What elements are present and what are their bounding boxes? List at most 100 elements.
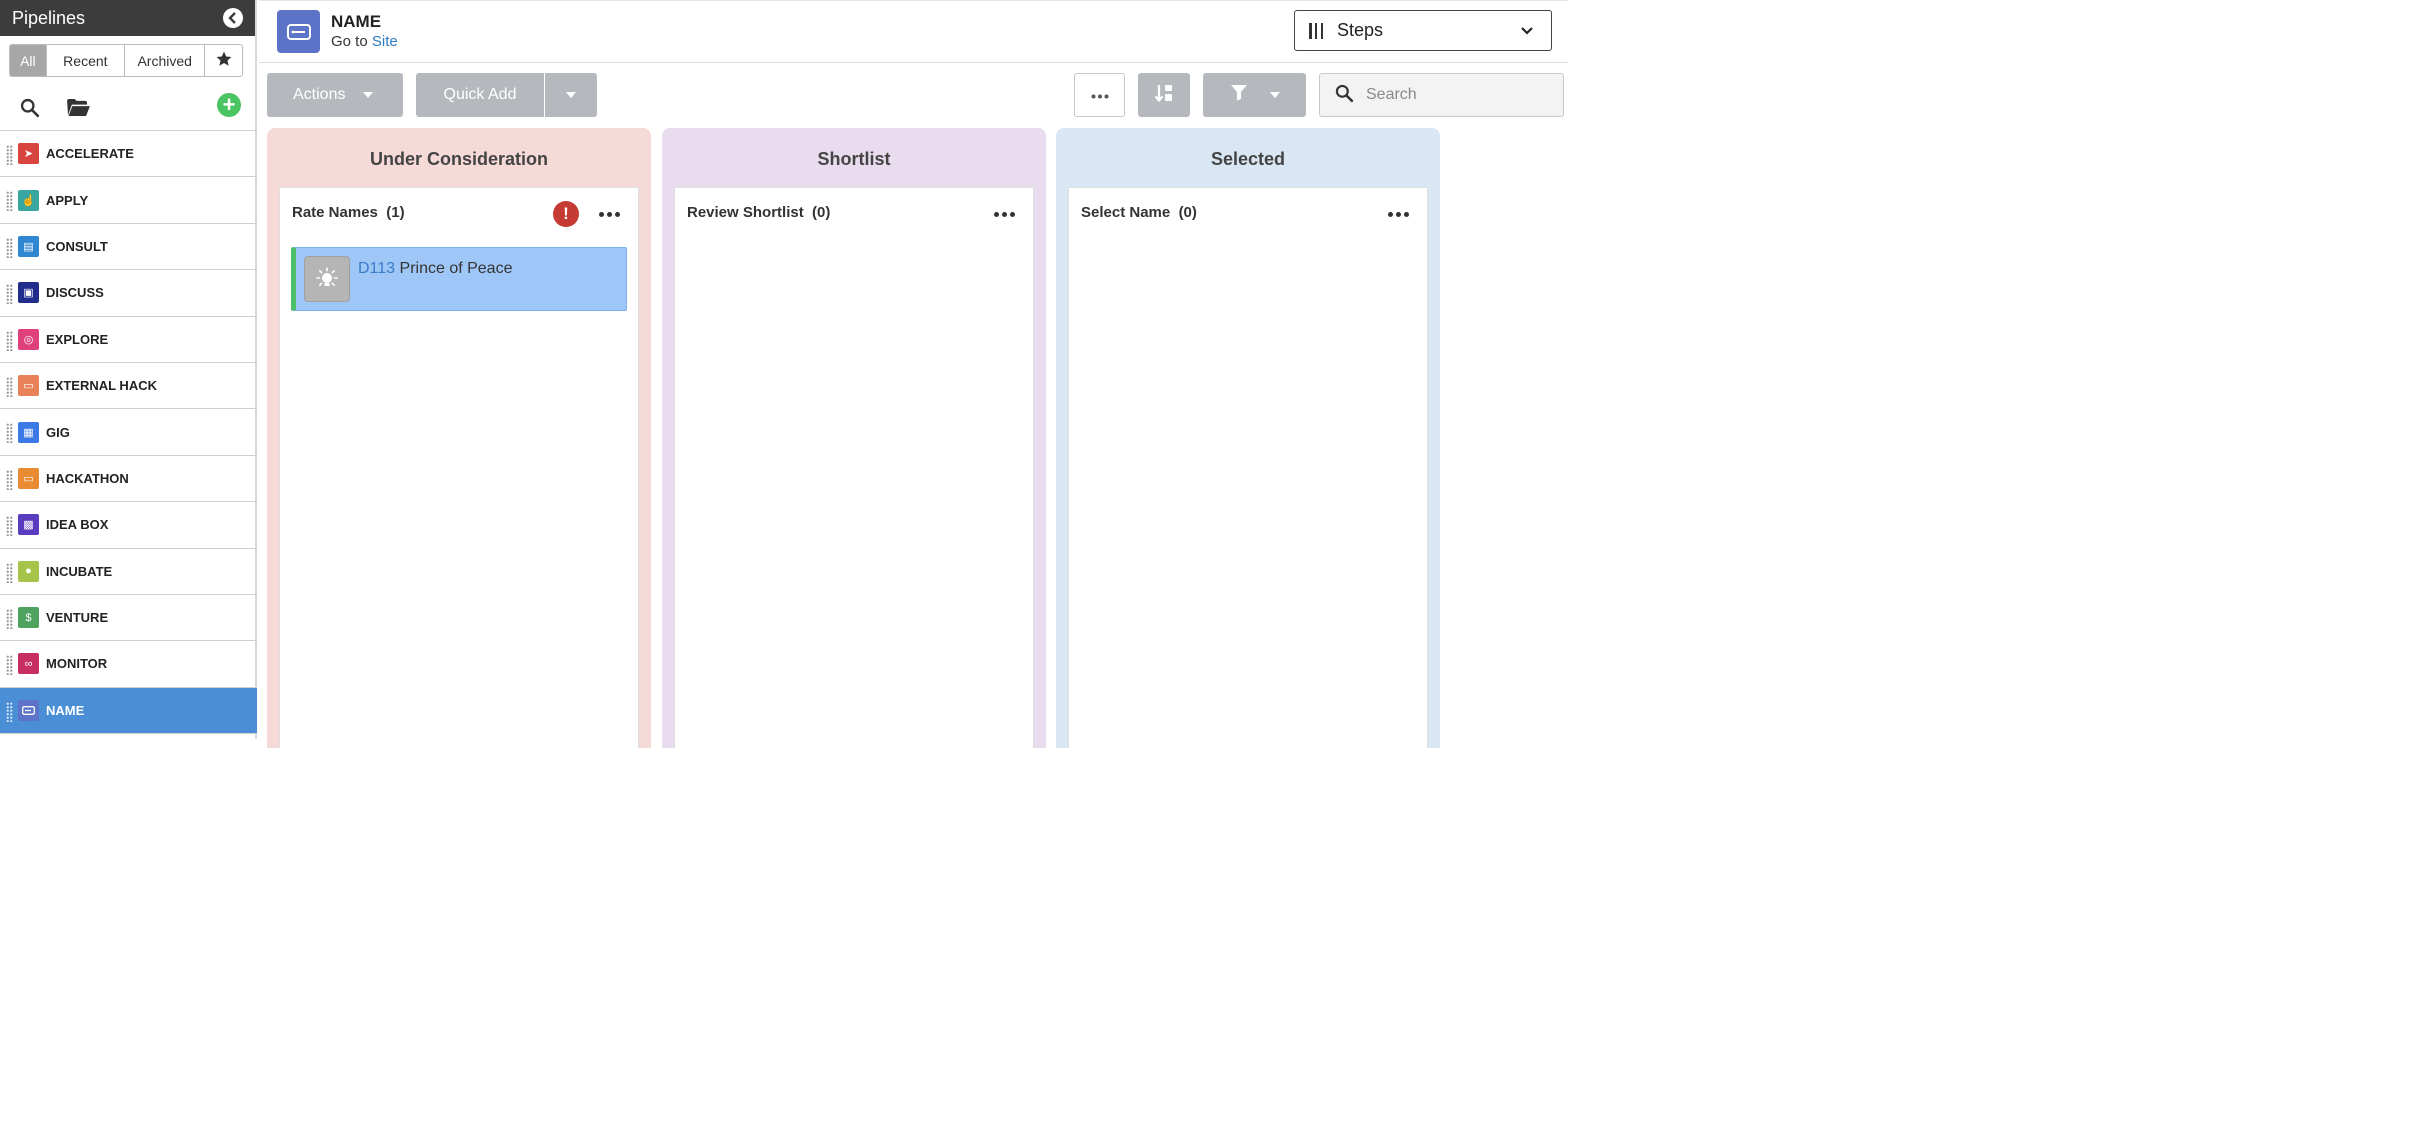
drag-handle-icon[interactable] <box>6 284 13 305</box>
sidebar-item-label: VENTURE <box>46 610 109 626</box>
sidebar-item-discuss[interactable]: ▣ DISCUSS <box>0 270 257 317</box>
view-selector-dropdown[interactable]: Steps <box>1294 10 1552 51</box>
sidebar-item-hackathon[interactable]: ▭ HACKATHON <box>0 456 257 503</box>
tab-archived[interactable]: Archived <box>125 44 206 77</box>
lightbulb-icon <box>304 256 350 302</box>
step-panel: Select Name (0) <box>1068 187 1428 748</box>
tab-favorites[interactable] <box>205 44 243 77</box>
search-field[interactable] <box>1319 73 1564 117</box>
caret-down-icon <box>1269 92 1280 98</box>
sidebar-item-label: EXPLORE <box>46 331 109 347</box>
caret-down-icon <box>363 92 374 98</box>
goto-site-link[interactable]: Site <box>372 33 398 50</box>
step-panel: Rate Names (1) ! D113 Prince of Peace <box>279 187 639 748</box>
stage-column-selected: Selected Select Name (0) <box>1056 128 1440 748</box>
step-title: Select Name (0) <box>1081 204 1197 221</box>
rocket-icon: ➤ <box>18 143 39 165</box>
drag-handle-icon[interactable] <box>6 330 13 351</box>
name-tag-icon <box>277 10 320 53</box>
sidebar-item-label: DISCUSS <box>46 285 104 301</box>
stage-column-under-consideration: Under Consideration Rate Names (1) ! D11… <box>267 128 651 748</box>
tab-all[interactable]: All <box>9 44 47 77</box>
stage-column-shortlist: Shortlist Review Shortlist (0) <box>662 128 1046 748</box>
sidebar-item-label: ACCELERATE <box>46 146 134 162</box>
sort-button[interactable] <box>1138 73 1190 117</box>
step-more-icon[interactable] <box>994 212 1015 217</box>
sidebar-item-label: CONSULT <box>46 238 108 254</box>
sidebar-item-idea-box[interactable]: ▩ IDEA BOX <box>0 502 257 549</box>
sidebar-item-explore[interactable]: ◎ EXPLORE <box>0 317 257 363</box>
sidebar-item-venture[interactable]: $ VENTURE <box>0 595 257 642</box>
drag-handle-icon[interactable] <box>6 237 13 258</box>
page-header: NAME Go to Site Steps <box>259 0 1568 63</box>
step-panel: Review Shortlist (0) <box>674 187 1034 748</box>
filter-icon <box>1230 84 1248 106</box>
search-icon <box>1334 83 1354 108</box>
step-count: (1) <box>386 204 405 221</box>
idea-id[interactable]: D113 <box>358 260 395 277</box>
sidebar-tools: + <box>0 77 255 121</box>
idea-card[interactable]: D113 Prince of Peace <box>291 247 627 311</box>
sidebar-item-gig[interactable]: ▦ GIG <box>0 409 257 456</box>
quick-add-dropdown-button[interactable] <box>545 73 597 117</box>
search-input[interactable] <box>1366 86 1546 104</box>
drag-handle-icon[interactable] <box>6 655 13 676</box>
ellipsis-icon <box>1091 86 1109 104</box>
goto-site-line: Go to Site <box>331 33 398 50</box>
sidebar-item-label: INCUBATE <box>46 563 113 579</box>
columns-icon <box>1309 22 1323 39</box>
sort-icon <box>1154 83 1174 108</box>
add-pipeline-icon[interactable]: + <box>217 93 241 117</box>
sidebar-item-label: HACKATHON <box>46 470 129 486</box>
sidebar-item-consult[interactable]: ▤ CONSULT <box>0 224 257 271</box>
drag-handle-icon[interactable] <box>6 608 13 629</box>
stage-title: Shortlist <box>817 149 891 169</box>
chevron-down-icon <box>1521 22 1533 40</box>
drag-handle-icon[interactable] <box>6 423 13 444</box>
sidebar-item-monitor[interactable]: ∞ MONITOR <box>0 641 257 688</box>
drag-handle-icon[interactable] <box>6 191 13 212</box>
sidebar-header: Pipelines <box>0 0 255 36</box>
actions-button[interactable]: Actions <box>267 73 403 117</box>
drag-handle-icon[interactable] <box>6 701 13 722</box>
drag-handle-icon[interactable] <box>6 469 13 490</box>
sidebar-item-label: EXTERNAL HACK <box>46 378 157 394</box>
flame-icon: ● <box>18 560 39 582</box>
step-more-icon[interactable] <box>1388 212 1409 217</box>
sidebar-item-incubate[interactable]: ● INCUBATE <box>0 549 257 595</box>
idea-title: Prince of Peace <box>399 260 513 277</box>
sidebar-item-label: NAME <box>46 702 85 718</box>
sidebar-item-label: APPLY <box>46 192 89 208</box>
folder-open-icon[interactable] <box>66 98 91 117</box>
view-selector-value: Steps <box>1337 20 1384 40</box>
step-title: Review Shortlist (0) <box>687 204 830 221</box>
drag-handle-icon[interactable] <box>6 516 13 537</box>
drag-handle-icon[interactable] <box>6 562 13 583</box>
sidebar-item-external-hack[interactable]: ▭ EXTERNAL HACK <box>0 363 257 410</box>
search-icon[interactable] <box>19 97 40 118</box>
alert-icon[interactable]: ! <box>553 201 579 227</box>
step-more-icon[interactable] <box>599 212 620 217</box>
sidebar-title: Pipelines <box>12 7 86 28</box>
sidebar-item-label: MONITOR <box>46 656 108 672</box>
collapse-sidebar-icon[interactable] <box>223 8 243 28</box>
calendar-icon: ▦ <box>18 421 39 443</box>
pipeline-list: ➤ ACCELERATE ☝ APPLY ▤ CONSULT ▣ DISCUSS… <box>0 130 257 735</box>
sidebar-item-accelerate[interactable]: ➤ ACCELERATE <box>0 131 257 178</box>
sidebar-item-apply[interactable]: ☝ APPLY <box>0 177 257 224</box>
filter-button[interactable] <box>1203 73 1306 117</box>
step-name: Select Name <box>1081 204 1171 221</box>
name-tag-icon <box>18 699 39 721</box>
more-options-button[interactable] <box>1074 73 1125 117</box>
tab-recent[interactable]: Recent <box>46 44 126 77</box>
compass-icon: ◎ <box>18 328 39 350</box>
caret-down-icon <box>566 92 576 98</box>
drag-handle-icon[interactable] <box>6 376 13 397</box>
quick-add-label: Quick Add <box>443 86 517 103</box>
money-bag-icon: $ <box>18 607 39 629</box>
sidebar-item-label: IDEA BOX <box>46 517 109 533</box>
binoculars-icon: ∞ <box>18 653 39 675</box>
drag-handle-icon[interactable] <box>6 145 13 165</box>
sidebar-item-name[interactable]: NAME <box>0 687 257 735</box>
quick-add-button[interactable]: Quick Add <box>416 73 544 117</box>
